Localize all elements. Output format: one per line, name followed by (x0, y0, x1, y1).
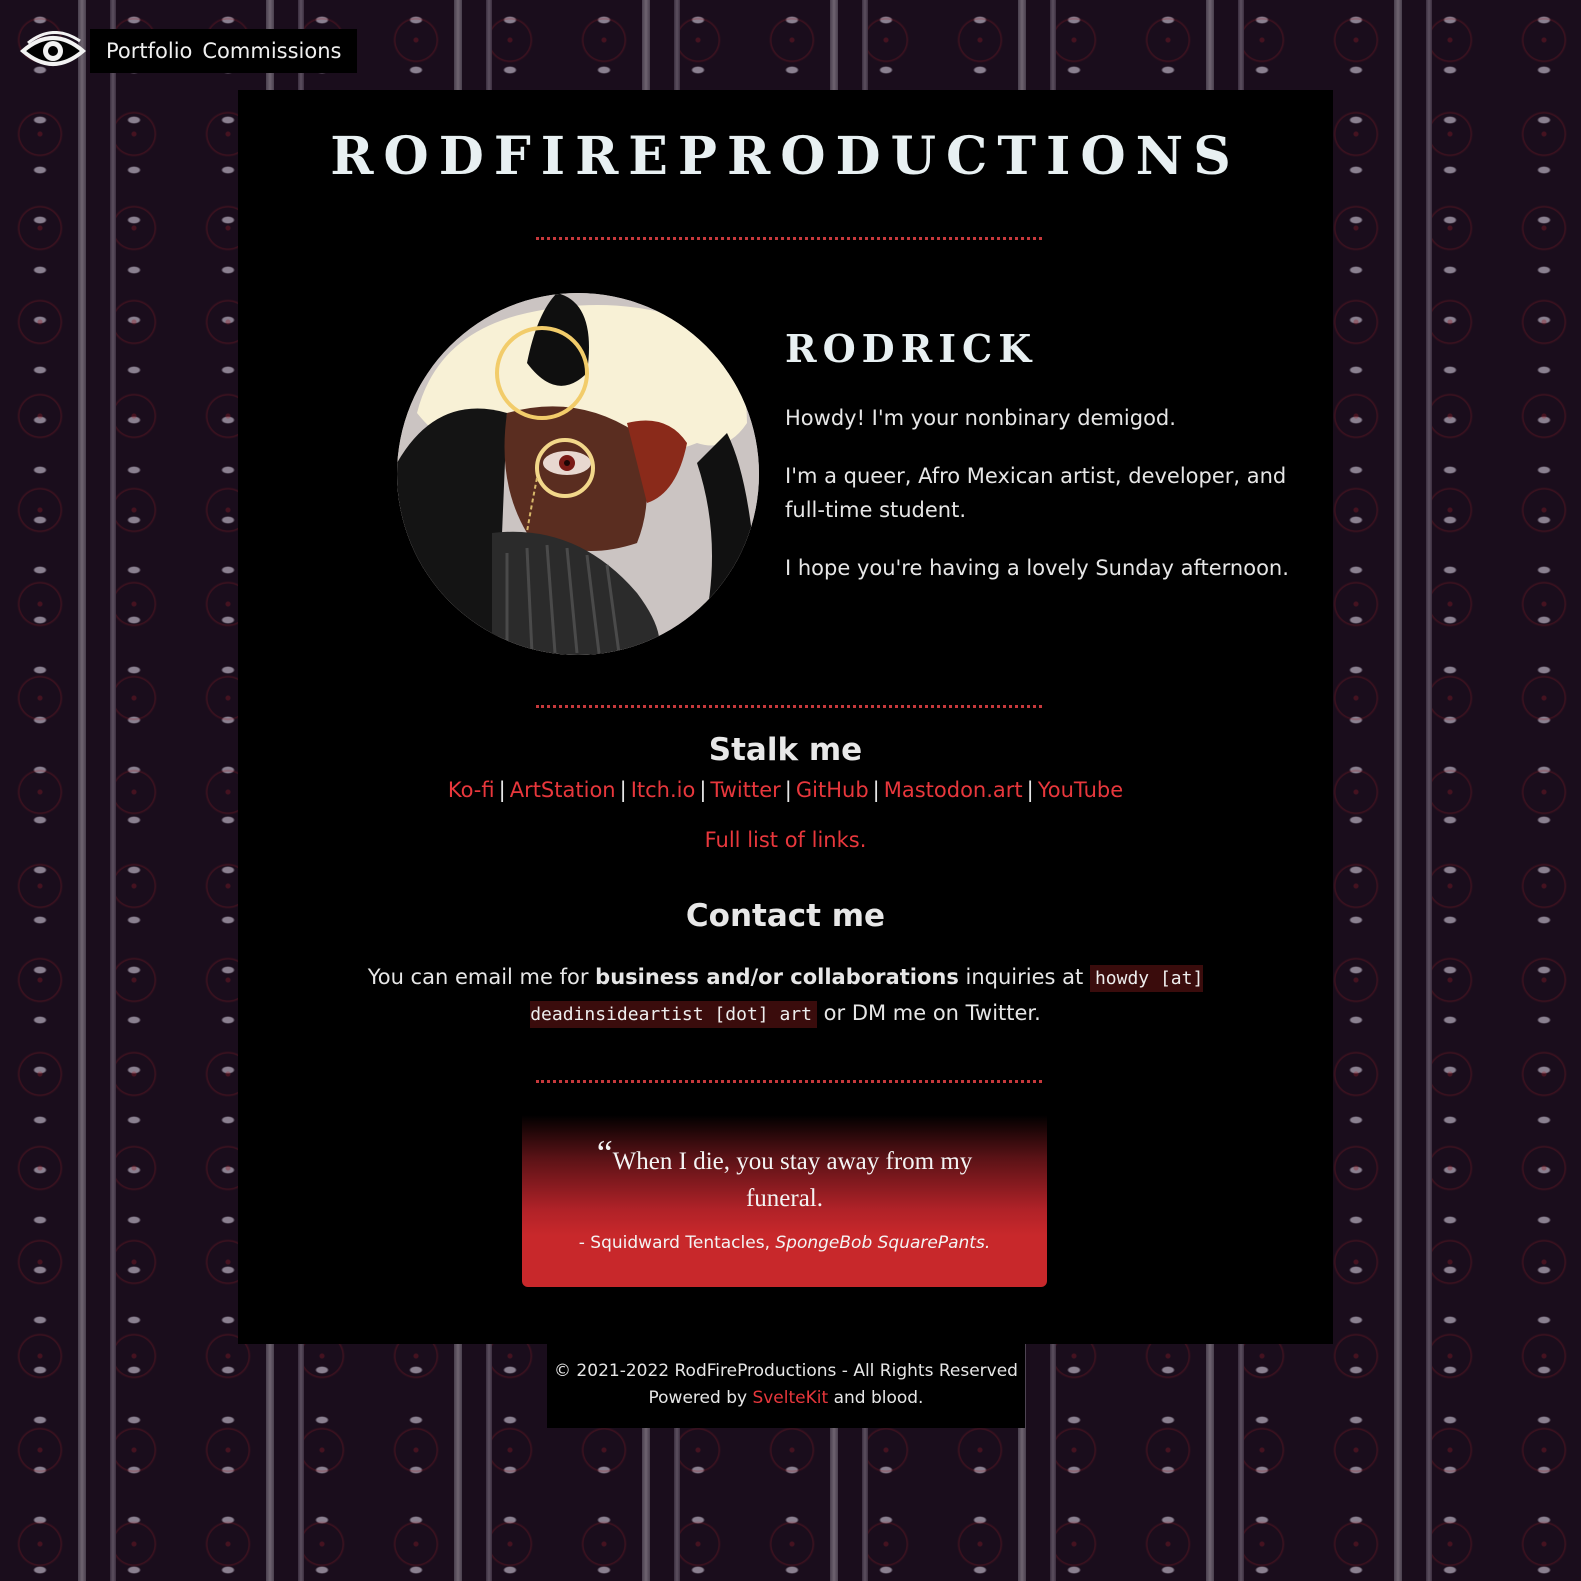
divider-bottom (536, 1080, 1042, 1083)
nav-portfolio-link[interactable]: Portfolio (106, 39, 192, 63)
quote-mark-icon: “ (596, 1133, 613, 1173)
link-separator: | (699, 778, 707, 802)
top-navigation: Portfolio Commissions (18, 26, 358, 76)
link-separator: | (619, 778, 627, 802)
avatar (397, 293, 759, 655)
nav-menu: Portfolio Commissions (90, 29, 358, 73)
footer-copyright: © 2021-2022 RodFireProductions - All Rig… (554, 1361, 1018, 1381)
quote-author: - Squidward Tentacles, (578, 1233, 770, 1253)
mastodon-link[interactable]: Mastodon.art (884, 778, 1023, 802)
itchio-link[interactable]: Itch.io (631, 778, 696, 802)
site-title: RodFireProductions (330, 126, 1241, 187)
quote-text-wrap: “When I die, you stay away from my funer… (592, 1135, 977, 1217)
link-separator: | (498, 778, 506, 802)
footer-powered-prefix: Powered by (648, 1388, 748, 1408)
bio-section: Rodrick Howdy! I'm your nonbinary demigo… (785, 326, 1305, 609)
link-separator: | (872, 778, 880, 802)
quote-work: SpongeBob SquarePants. (775, 1233, 991, 1253)
social-heading: Stalk me (708, 732, 863, 768)
contact-section: Contact me You can email me for business… (238, 898, 1333, 1032)
contact-text: You can email me for business and/or col… (238, 960, 1333, 1032)
contact-text-after: or DM me on Twitter. (823, 1001, 1041, 1025)
divider-top (536, 237, 1042, 240)
contact-bold-text: business and/or collaborations (595, 965, 959, 989)
full-list-row: Full list of links. (238, 828, 1333, 852)
contact-text-before: You can email me for (367, 965, 589, 989)
quote-attribution: - Squidward Tentacles, SpongeBob SquareP… (522, 1233, 1047, 1253)
contact-heading: Contact me (685, 898, 886, 934)
main-content: RodFireProductions (238, 90, 1333, 1344)
bio-paragraph-3: I hope you're having a lovely Sunday aft… (785, 556, 1289, 580)
sveltekit-link[interactable]: SvelteKit (752, 1388, 828, 1408)
artstation-link[interactable]: ArtStation (510, 778, 616, 802)
link-separator: | (784, 778, 792, 802)
link-separator: | (1026, 778, 1034, 802)
youtube-link[interactable]: YouTube (1038, 778, 1123, 802)
footer-powered: Powered by SvelteKit and blood. (547, 1385, 1025, 1412)
divider-middle (536, 705, 1042, 708)
footer-powered-suffix: and blood. (833, 1388, 924, 1408)
twitter-link[interactable]: Twitter (710, 778, 780, 802)
github-link[interactable]: GitHub (796, 778, 869, 802)
quote-box: “When I die, you stay away from my funer… (522, 1115, 1047, 1287)
social-section: Stalk me Ko-fi | ArtStation | Itch.io | Twitte… (238, 732, 1333, 852)
bio-name: Rodrick (785, 326, 1038, 371)
quote-text: When I die, you stay away from my funera… (612, 1148, 973, 1212)
bio-paragraph-2: I'm a queer, Afro Mexican artist, develo… (785, 464, 1287, 522)
nav-commissions-link[interactable]: Commissions (202, 39, 341, 63)
social-links: Ko-fi | ArtStation | Itch.io | Twitter | GitHub |… (238, 778, 1333, 802)
kofi-link[interactable]: Ko-fi (448, 778, 495, 802)
full-list-link[interactable]: Full list of links. (705, 828, 867, 852)
footer: © 2021-2022 RodFireProductions - All Rig… (547, 1344, 1025, 1428)
eye-icon[interactable] (18, 26, 88, 76)
contact-text-middle: inquiries at (965, 965, 1084, 989)
bio-paragraph-1: Howdy! I'm your nonbinary demigod. (785, 406, 1176, 430)
